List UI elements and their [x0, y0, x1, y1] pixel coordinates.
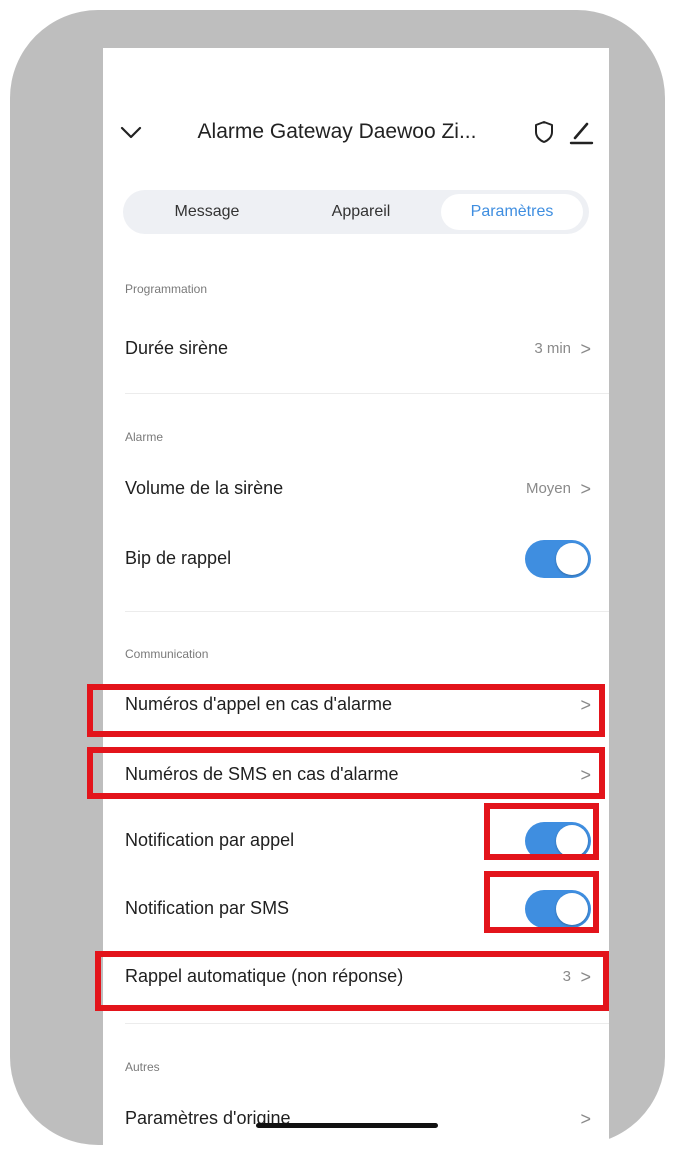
highlight-box: [87, 684, 605, 737]
toggle-knob: [556, 543, 588, 575]
home-indicator: [256, 1123, 438, 1128]
row-label: Bip de rappel: [125, 548, 232, 568]
divider: [125, 611, 609, 612]
tab-bar: Message Appareil Paramètres: [123, 190, 589, 234]
highlight-box: [484, 803, 599, 860]
highlight-box: [87, 747, 605, 799]
chevron-right-icon: >: [580, 479, 591, 499]
highlight-box: [484, 871, 599, 933]
shield-icon[interactable]: [533, 120, 555, 144]
section-label-alarme: Alarme: [125, 430, 164, 444]
row-label: Durée sirène: [125, 338, 229, 358]
pencil-icon[interactable]: [567, 118, 595, 146]
divider: [125, 1023, 609, 1024]
row-value: Moyen: [525, 480, 571, 497]
section-label-programmation: Programmation: [125, 282, 208, 296]
row-parametres-origine[interactable]: Paramètres d'origine >: [103, 1100, 609, 1140]
header: Alarme Gateway Daewoo Zi...: [103, 48, 609, 188]
chevron-down-icon[interactable]: [119, 120, 143, 144]
row-label: Notification par appel: [125, 830, 295, 850]
highlight-box: [95, 951, 609, 1011]
row-label: Volume de la sirène: [125, 478, 284, 498]
section-label-communication: Communication: [125, 647, 209, 661]
tab-appareil[interactable]: Appareil: [287, 194, 435, 230]
divider: [125, 393, 609, 394]
row-bip-rappel: Bip de rappel: [103, 540, 609, 580]
chevron-right-icon: >: [580, 339, 591, 359]
row-value: 3 min: [534, 340, 571, 357]
row-duree-sirene[interactable]: Durée sirène 3 min >: [103, 330, 609, 370]
bip-rappel-toggle[interactable]: [525, 540, 591, 578]
tab-message[interactable]: Message: [133, 194, 281, 230]
chevron-right-icon: >: [580, 1109, 591, 1129]
section-label-autres: Autres: [125, 1060, 160, 1074]
row-volume-sirene[interactable]: Volume de la sirène Moyen >: [103, 470, 609, 510]
device-title: Alarme Gateway Daewoo Zi...: [197, 120, 477, 143]
row-label: Notification par SMS: [125, 898, 290, 918]
tab-parametres[interactable]: Paramètres: [441, 194, 583, 230]
